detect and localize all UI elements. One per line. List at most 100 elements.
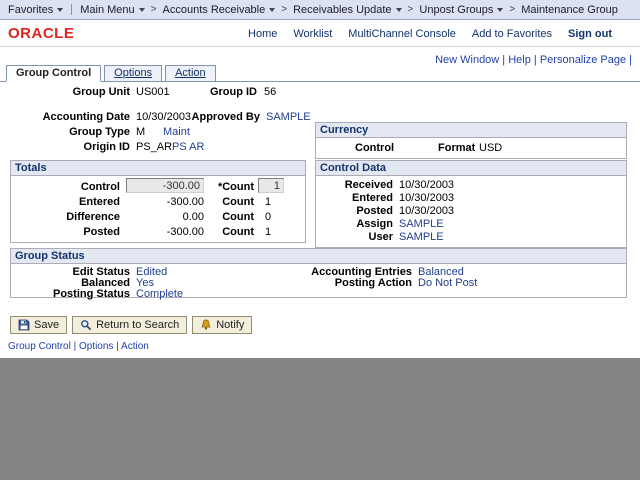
tab-strip: Group Control Options Action: [6, 65, 219, 82]
footer-link-action[interactable]: Action: [113, 341, 148, 352]
page-utility-links: New WindowHelpPersonalize Page: [435, 54, 632, 66]
footer-page-links: Group ControlOptionsAction: [8, 341, 149, 352]
totals-count-label: *Count: [208, 181, 254, 193]
save-icon: [18, 319, 30, 331]
currency-control-label: Control: [355, 142, 394, 154]
group-id-value: 56: [264, 86, 276, 98]
totals-groupbox-title: Totals: [11, 161, 305, 176]
posting-action-label: Posting Action: [300, 277, 412, 289]
control-data-row-value: 10/30/2003: [399, 192, 454, 204]
chevron-down-icon: [269, 8, 275, 12]
toolbar: Save Return to Search Notify: [10, 316, 252, 334]
breadcrumb-separator: [509, 4, 515, 15]
accounting-date-value: 10/30/2003: [136, 111, 191, 123]
chevron-down-icon: [57, 8, 63, 12]
worklist-link[interactable]: Worklist: [293, 28, 332, 40]
totals-row-count-label: Count: [208, 196, 254, 208]
header-divider: [0, 46, 640, 47]
breadcrumb-bar: Favorites Main Menu Accounts Receivable …: [0, 0, 640, 20]
currency-format-value: USD: [479, 142, 502, 154]
chevron-down-icon: [139, 8, 145, 12]
control-data-row-label: User: [320, 231, 393, 243]
totals-row-count-label: Count: [208, 211, 254, 223]
group-unit-value: US001: [136, 86, 170, 98]
control-data-row-label: Assign: [320, 218, 393, 230]
personalize-page-link[interactable]: Personalize Page: [531, 54, 626, 66]
menu-favorites-label: Favorites: [8, 4, 53, 16]
control-data-row-label: Entered: [320, 192, 393, 204]
totals-row-amount: -300.00: [134, 196, 204, 208]
add-to-favorites-link[interactable]: Add to Favorites: [472, 28, 552, 40]
notify-button[interactable]: Notify: [192, 316, 252, 334]
tab-options[interactable]: Options: [104, 65, 162, 82]
notify-button-label: Notify: [216, 319, 244, 331]
totals-row-count: 1: [265, 196, 271, 208]
group-status-groupbox-title: Group Status: [11, 249, 626, 264]
totals-row-amount: -300.00: [134, 226, 204, 238]
header-links: Home Worklist MultiChannel Console Add t…: [248, 28, 612, 40]
crumb-receivables-update[interactable]: Receivables Update: [293, 4, 401, 16]
group-unit-label: Group Unit: [30, 86, 130, 98]
currency-groupbox-title: Currency: [316, 123, 626, 138]
totals-control-input[interactable]: [126, 178, 204, 193]
footer-link-options[interactable]: Options: [71, 341, 114, 352]
control-data-row-value: SAMPLE: [399, 231, 444, 243]
tab-action[interactable]: Action: [165, 65, 216, 82]
origin-id-description: PS AR: [172, 141, 204, 153]
group-type-label: Group Type: [30, 126, 130, 138]
breadcrumb-separator: [281, 4, 287, 15]
return-to-search-icon: [80, 319, 92, 331]
currency-format-label: Format: [438, 142, 475, 154]
posting-action-value: Do Not Post: [418, 277, 477, 289]
group-type-description: Maint: [163, 126, 190, 138]
totals-row-amount: 0.00: [134, 211, 204, 223]
totals-row-label: Difference: [15, 211, 120, 223]
origin-id-value: PS_AR: [136, 141, 172, 153]
totals-count-input[interactable]: [258, 178, 284, 193]
menu-main-menu-label: Main Menu: [80, 4, 134, 16]
chevron-down-icon: [396, 8, 402, 12]
sign-out-link[interactable]: Sign out: [568, 28, 612, 40]
group-id-label: Group ID: [185, 86, 257, 98]
screen: Favorites Main Menu Accounts Receivable …: [0, 0, 640, 480]
posting-status-label: Posting Status: [30, 288, 130, 300]
crumb-label: Maintenance Group: [521, 4, 618, 16]
totals-row-count: 1: [265, 226, 271, 238]
crumb-label: Receivables Update: [293, 4, 391, 16]
group-type-value: M: [136, 126, 145, 138]
totals-row-count-label: Count: [208, 226, 254, 238]
oracle-logo: ORACLE: [8, 25, 74, 42]
tab-group-control[interactable]: Group Control: [6, 65, 101, 82]
totals-row-label: Posted: [15, 226, 120, 238]
chevron-down-icon: [497, 8, 503, 12]
control-data-groupbox-title: Control Data: [316, 161, 626, 176]
control-data-row-value: SAMPLE: [399, 218, 444, 230]
return-to-search-button[interactable]: Return to Search: [72, 316, 187, 334]
approved-by-value: SAMPLE: [266, 111, 311, 123]
approved-by-label: Approved By: [185, 111, 260, 123]
control-data-row-value: 10/30/2003: [399, 179, 454, 191]
crumb-unpost-groups[interactable]: Unpost Groups: [419, 4, 503, 16]
footer-link-group-control[interactable]: Group Control: [8, 341, 71, 352]
totals-control-label: Control: [15, 181, 120, 193]
posting-status-value: Complete: [136, 288, 183, 300]
save-button[interactable]: Save: [10, 316, 67, 334]
crumb-accounts-receivable[interactable]: Accounts Receivable: [163, 4, 276, 16]
new-window-link[interactable]: New Window: [435, 54, 499, 66]
control-data-row-label: Posted: [320, 205, 393, 217]
crumb-maintenance-group: Maintenance Group: [521, 4, 618, 16]
home-link[interactable]: Home: [248, 28, 277, 40]
breadcrumb-separator: [151, 4, 157, 15]
control-data-row-label: Received: [320, 179, 393, 191]
multichannel-console-link[interactable]: MultiChannel Console: [348, 28, 456, 40]
accounting-date-label: Accounting Date: [30, 111, 130, 123]
menu-main-menu[interactable]: Main Menu: [80, 4, 144, 16]
breadcrumb-separator: [408, 4, 414, 15]
save-button-label: Save: [34, 319, 59, 331]
divider: [71, 4, 72, 15]
origin-id-label: Origin ID: [30, 141, 130, 153]
help-link[interactable]: Help: [499, 54, 531, 66]
notify-icon: [200, 319, 212, 331]
control-data-row-value: 10/30/2003: [399, 205, 454, 217]
menu-favorites[interactable]: Favorites: [8, 4, 63, 16]
